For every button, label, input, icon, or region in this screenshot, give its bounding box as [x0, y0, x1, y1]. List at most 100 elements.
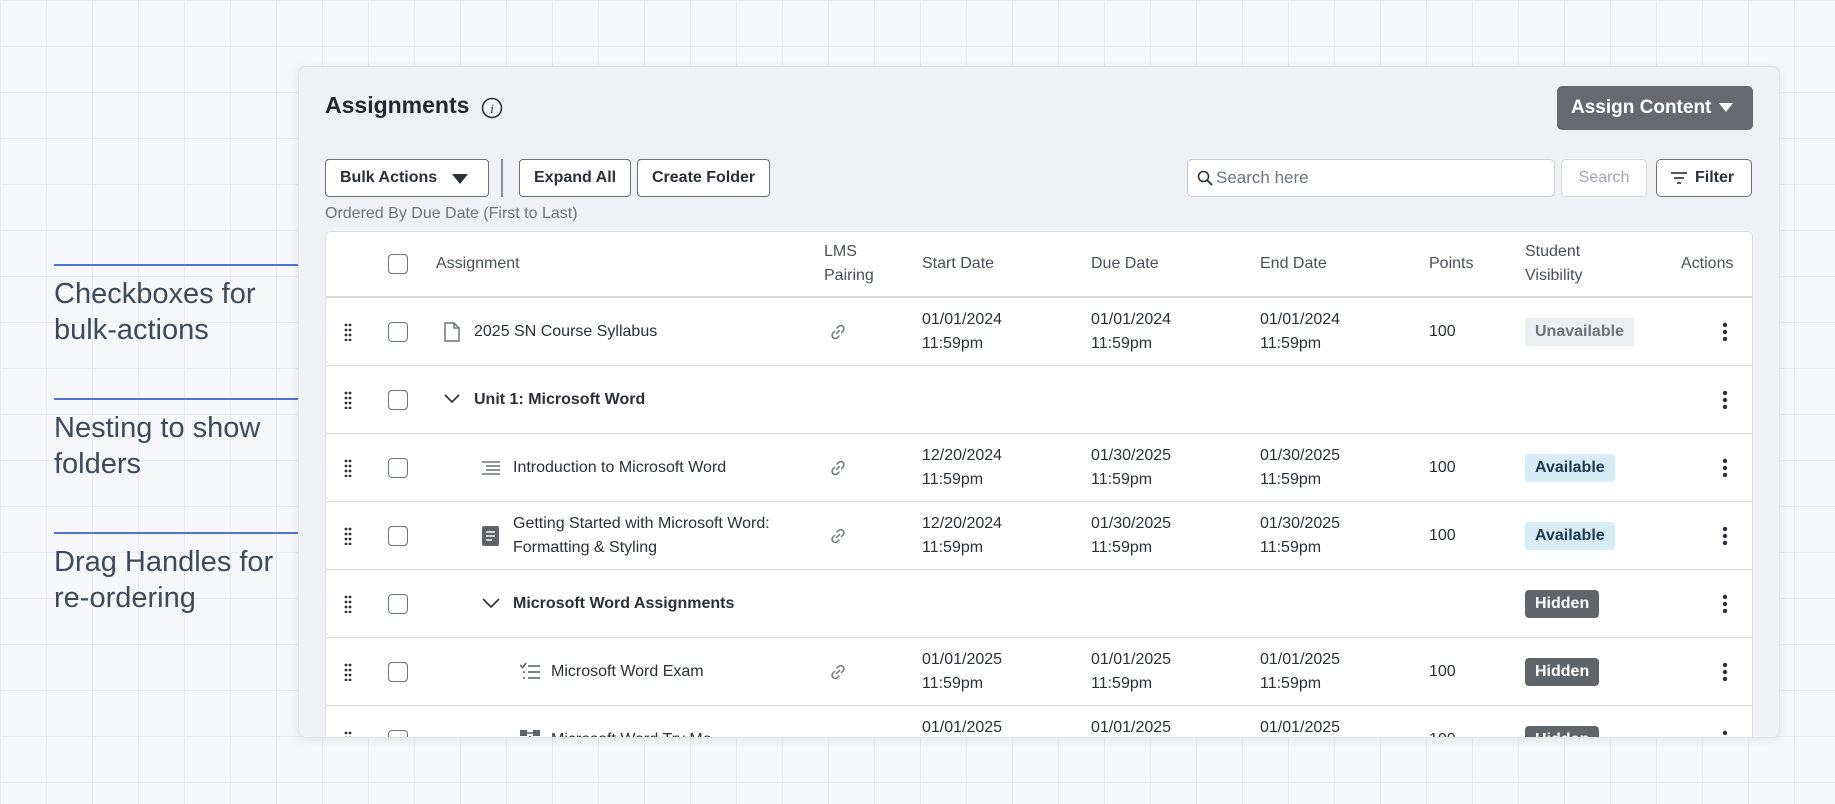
col-lms-pairing-line1: LMS: [824, 243, 857, 260]
col-lms-pairing[interactable]: LMS Pairing: [824, 240, 874, 288]
col-actions: Actions: [1681, 255, 1734, 272]
drag-handle-icon[interactable]: [344, 459, 352, 477]
assignment-name[interactable]: Introduction to Microsoft Word: [513, 456, 726, 480]
assignment-name[interactable]: 2025 SN Course Syllabus: [474, 320, 657, 344]
link-icon[interactable]: [830, 664, 846, 680]
filter-icon: [1671, 172, 1687, 184]
drag-handle-icon[interactable]: [344, 391, 352, 409]
points: 100: [1429, 459, 1456, 476]
start-date: 12/20/2024 11:59pm: [922, 447, 1003, 488]
table-row[interactable]: Introduction to Microsoft Word 12/20/202…: [326, 434, 1752, 502]
more-actions-icon[interactable]: [1722, 662, 1728, 682]
assignment-name[interactable]: Microsoft Word Try Me: [551, 728, 712, 737]
col-end-date[interactable]: End Date: [1260, 252, 1327, 276]
drag-handle-icon[interactable]: [344, 663, 352, 681]
callout-checkboxes: Checkboxes for bulk-actions: [54, 278, 256, 346]
folder-row[interactable]: Microsoft Word Assignments Hidden: [326, 570, 1752, 638]
status-badge[interactable]: Available: [1525, 522, 1615, 550]
link-icon[interactable]: [830, 460, 846, 476]
link-icon[interactable]: [830, 324, 846, 340]
table-header: Assignment LMS Pairing Start Date Due Da…: [326, 232, 1752, 298]
table-row[interactable]: Getting Started with Microsoft Word: Form…: [326, 502, 1752, 570]
col-student-visibility[interactable]: Student Visibility: [1525, 240, 1583, 288]
bulk-actions-label: Bulk Actions: [340, 169, 438, 186]
row-checkbox[interactable]: [388, 662, 408, 682]
checklist-icon: [520, 662, 540, 679]
end-date: 01/01/2025 11:59pm: [1260, 651, 1341, 692]
bulk-actions-dropdown[interactable]: Bulk Actions: [325, 159, 489, 197]
status-badge[interactable]: Unavailable: [1525, 318, 1634, 346]
drag-handle-icon[interactable]: [344, 731, 352, 738]
link-icon[interactable]: [830, 528, 846, 544]
flow-icon: [520, 730, 540, 737]
table-row[interactable]: Microsoft Word Try Me 01/01/2025 01/01/2…: [326, 706, 1752, 738]
assign-content-button[interactable]: Assign Content: [1557, 86, 1753, 130]
assignment-name[interactable]: Microsoft Word Exam: [551, 660, 704, 684]
more-actions-icon[interactable]: [1722, 730, 1728, 738]
col-due-date[interactable]: Due Date: [1091, 252, 1159, 276]
status-badge[interactable]: Hidden: [1525, 590, 1600, 618]
drag-handle-icon[interactable]: [344, 595, 352, 613]
end-date: 01/01/2024 11:59pm: [1260, 311, 1341, 352]
due-date: 01/30/2025 11:59pm: [1091, 515, 1172, 556]
chevron-down-icon[interactable]: [482, 598, 500, 609]
more-actions-icon[interactable]: [1722, 458, 1728, 478]
status-badge[interactable]: Available: [1525, 454, 1615, 482]
page-title: Assignments: [325, 92, 470, 118]
text-lines-icon: [482, 461, 500, 475]
table-row[interactable]: Microsoft Word Exam 01/01/2025 11:59pm 01…: [326, 638, 1752, 706]
status-badge[interactable]: Hidden: [1525, 658, 1600, 686]
due-date: 01/01/2025: [1091, 719, 1172, 736]
status-badge[interactable]: Hidden: [1525, 726, 1600, 737]
due-date: 01/01/2025 11:59pm: [1091, 651, 1172, 692]
filter-label: Filter: [1695, 169, 1735, 186]
drag-handle-icon[interactable]: [344, 527, 352, 545]
folder-name[interactable]: Microsoft Word Assignments: [513, 592, 734, 616]
document-icon: [444, 322, 460, 342]
filter-button[interactable]: Filter: [1656, 159, 1752, 197]
col-start-date[interactable]: Start Date: [922, 252, 994, 276]
row-checkbox[interactable]: [388, 594, 408, 614]
col-visibility-line1: Student: [1525, 243, 1581, 260]
expand-all-button[interactable]: Expand All: [519, 159, 632, 197]
start-date: 01/01/2025: [922, 719, 1003, 736]
end-date: 01/01/2025: [1260, 719, 1341, 736]
more-actions-icon[interactable]: [1722, 322, 1728, 342]
svg-text:i: i: [490, 101, 494, 116]
row-checkbox[interactable]: [388, 322, 408, 342]
search-input[interactable]: [1216, 160, 1546, 196]
col-assignment[interactable]: Assignment: [436, 252, 520, 276]
due-date: 01/30/2025 11:59pm: [1091, 447, 1172, 488]
chevron-down-icon[interactable]: [444, 394, 460, 404]
callout-drag: Drag Handles for re-ordering: [54, 546, 274, 614]
callout-nesting: Nesting to show folders: [54, 412, 261, 480]
folder-name[interactable]: Unit 1: Microsoft Word: [474, 388, 645, 412]
end-date: 01/30/2025 11:59pm: [1260, 447, 1341, 488]
info-icon[interactable]: i: [481, 97, 503, 119]
create-folder-button[interactable]: Create Folder: [637, 159, 771, 197]
search-button[interactable]: Search: [1561, 159, 1647, 197]
points: 100: [1429, 728, 1456, 737]
start-date: 01/01/2024 11:59pm: [922, 311, 1003, 352]
assign-content-label: Assign Content: [1571, 97, 1712, 118]
row-checkbox[interactable]: [388, 458, 408, 478]
col-lms-pairing-line2: Pairing: [824, 267, 874, 284]
assignment-name[interactable]: Getting Started with Microsoft Word: Form…: [513, 512, 770, 560]
sort-order-text: Ordered By Due Date (First to Last): [325, 205, 578, 222]
col-points[interactable]: Points: [1429, 252, 1473, 276]
due-date: 01/01/2024 11:59pm: [1091, 311, 1172, 352]
drag-handle-icon[interactable]: [344, 323, 352, 341]
more-actions-icon[interactable]: [1722, 526, 1728, 546]
table-row[interactable]: 2025 SN Course Syllabus 01/01/2024 11:59p…: [326, 298, 1752, 366]
more-actions-icon[interactable]: [1722, 390, 1728, 410]
row-checkbox[interactable]: [388, 390, 408, 410]
more-actions-icon[interactable]: [1722, 594, 1728, 614]
start-date: 01/01/2025 11:59pm: [922, 651, 1003, 692]
folder-row[interactable]: Unit 1: Microsoft Word: [326, 366, 1752, 434]
select-all-checkbox[interactable]: [388, 254, 408, 274]
row-checkbox[interactable]: [388, 730, 408, 737]
assignments-panel: Assignments i Assign Content Bulk Action…: [298, 66, 1780, 738]
end-date: 01/30/2025 11:59pm: [1260, 515, 1341, 556]
row-checkbox[interactable]: [388, 526, 408, 546]
assignments-table: Assignment LMS Pairing Start Date Due Da…: [325, 231, 1753, 738]
